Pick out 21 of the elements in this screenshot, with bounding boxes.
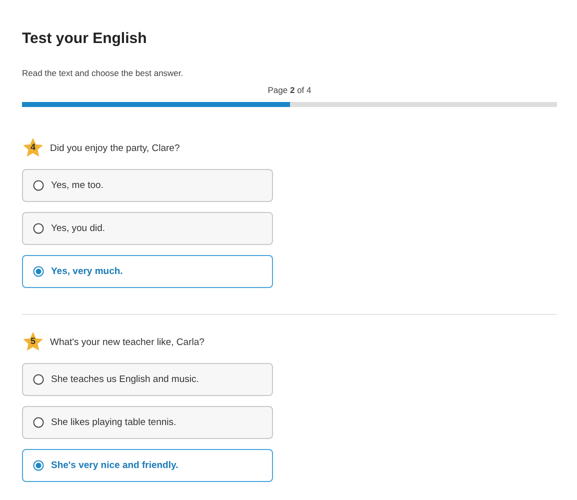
radio-icon [33, 266, 44, 277]
star-icon [22, 137, 44, 159]
star-icon [22, 331, 44, 353]
answer-option[interactable]: Yes, you did. [22, 212, 273, 245]
answer-option[interactable]: Yes, me too. [22, 169, 273, 202]
answer-option[interactable]: She teaches us English and music. [22, 363, 273, 396]
answer-option[interactable]: She likes playing table tennis. [22, 406, 273, 439]
instruction-text: Read the text and choose the best answer. [22, 68, 184, 78]
question-number: 4 [29, 142, 36, 152]
question-text: Did you enjoy the party, Clare? [50, 142, 180, 154]
page-indicator: Page 2 of 4 [268, 85, 312, 95]
radio-icon [33, 180, 44, 191]
answer-option[interactable]: She's very nice and friendly. [22, 449, 273, 482]
radio-icon [33, 417, 44, 428]
radio-icon [33, 374, 44, 385]
radio-icon [33, 223, 44, 234]
question-number: 5 [29, 336, 36, 346]
question-text: What's your new teacher like, Carla? [50, 336, 204, 348]
answer-option[interactable]: Yes, very much. [22, 255, 273, 288]
page-title: Test your English [22, 30, 148, 47]
radio-icon [33, 460, 44, 471]
